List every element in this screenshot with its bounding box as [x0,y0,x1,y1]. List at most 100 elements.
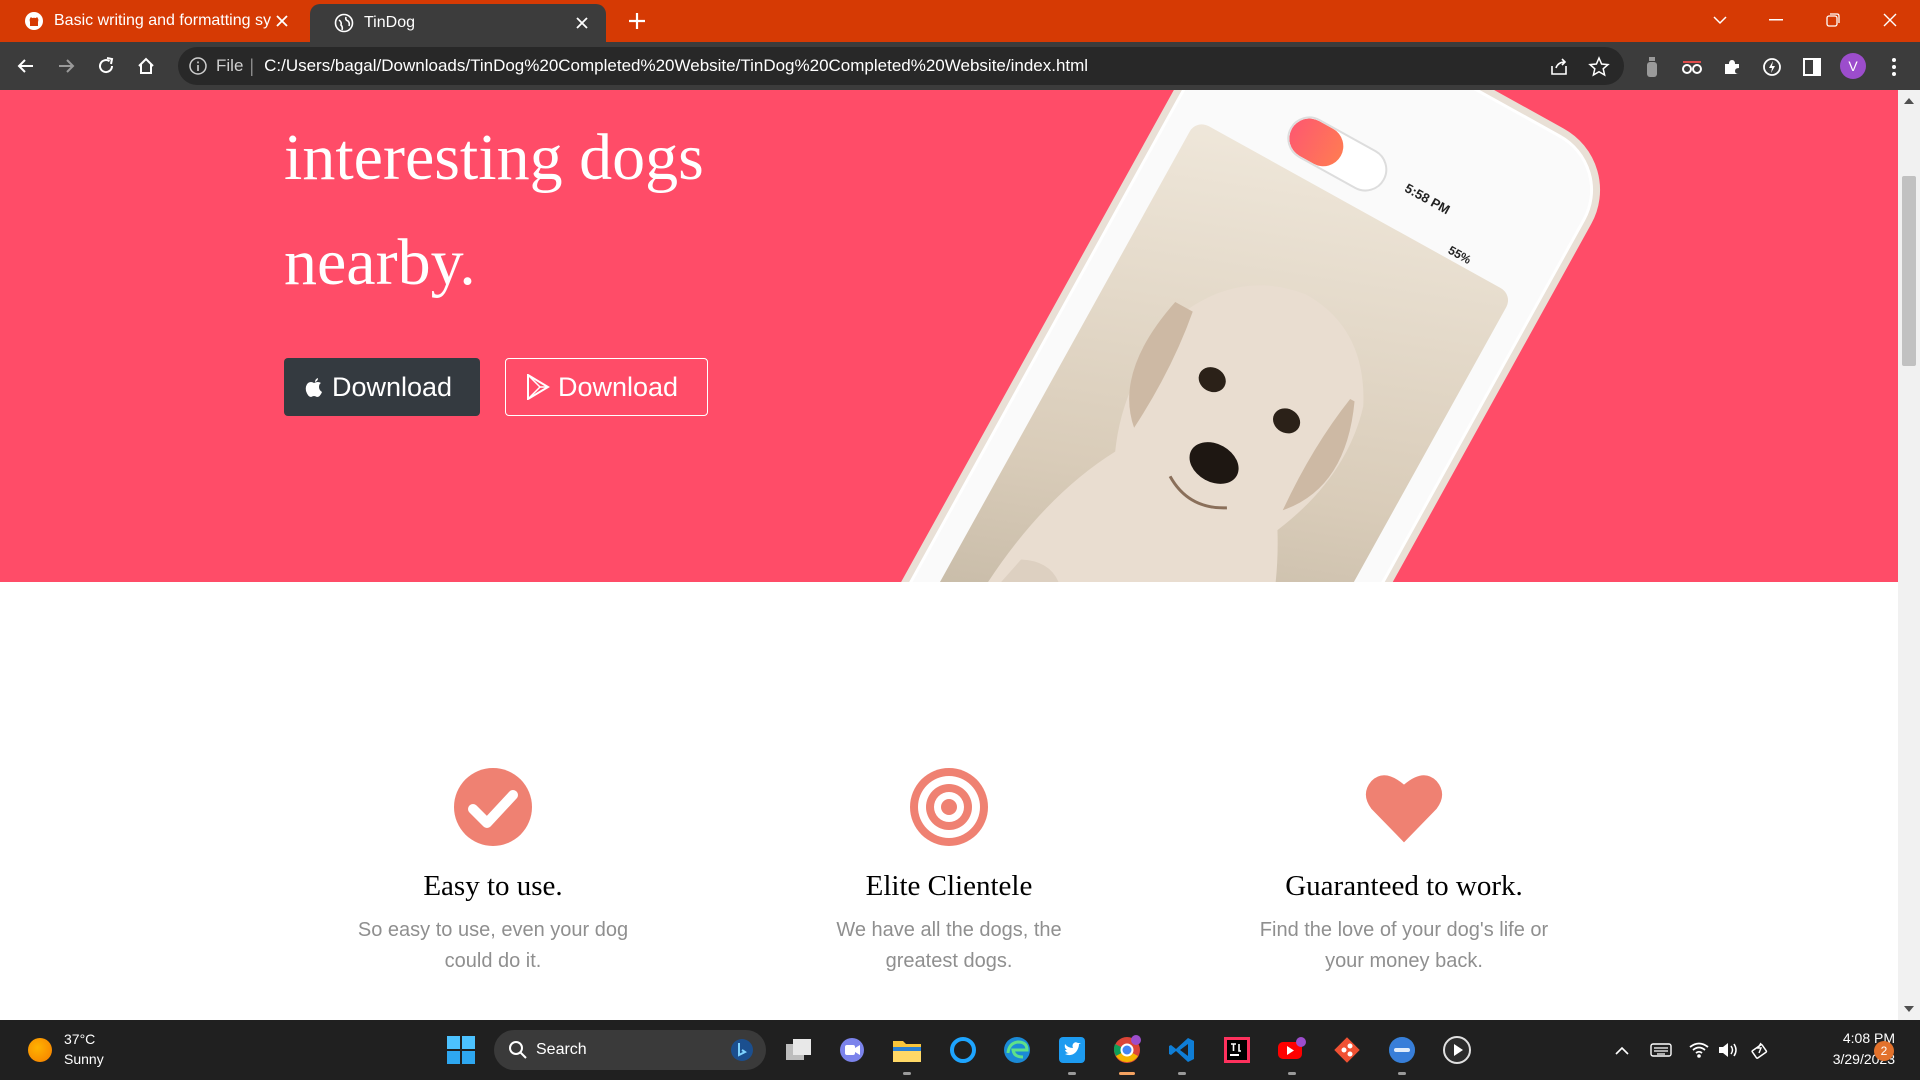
globe-icon [334,13,354,33]
windows-start-icon[interactable] [447,1036,475,1064]
tab-strip: Basic writing and formatting synt TinDog [0,0,1920,42]
close-tab-icon[interactable] [572,13,592,33]
running-indicator [1398,1072,1406,1075]
hero-title-line-1: interesting dogs [284,121,704,194]
feature-description: Find the love of your dog's life or your… [1224,915,1584,977]
heart-icon [1365,775,1443,843]
feature-guaranteed: Guaranteed to work. Find the love of you… [1224,767,1584,977]
feature-easy-to-use: Easy to use. So easy to use, even your d… [313,767,673,977]
canva-icon[interactable] [1386,1034,1418,1066]
tray-chevron-up-icon[interactable] [1610,1038,1634,1062]
edge-icon[interactable] [1001,1034,1033,1066]
search-label: Search [536,1041,587,1058]
bullseye-icon [910,768,988,846]
feature-description-line: Find the love of your dog's life or [1259,919,1549,941]
scroll-up-arrow-icon[interactable] [1903,96,1915,106]
vscode-icon[interactable] [1166,1034,1198,1066]
extension-bolt-icon[interactable] [1760,55,1784,79]
feature-description-line: your money back. [1325,950,1483,972]
info-icon[interactable] [188,56,208,76]
running-indicator [1068,1072,1076,1075]
home-icon[interactable] [132,52,160,80]
page-scrollbar[interactable] [1898,90,1920,1020]
restore-icon[interactable] [1813,4,1853,36]
back-arrow-icon[interactable] [12,52,40,80]
extensions-puzzle-icon[interactable] [1720,55,1744,79]
intellij-icon[interactable] [1221,1034,1253,1066]
url-scheme: File [216,56,244,75]
url-separator: | [249,55,255,76]
task-view-icon[interactable] [783,1034,815,1066]
keyboard-icon[interactable] [1649,1038,1673,1062]
browser-toolbar: File | C:/Users/bagal/Downloads/TinDog%2… [0,42,1920,90]
apple-icon [305,378,322,397]
feature-title: Easy to use. [423,870,563,902]
wifi-icon[interactable] [1687,1038,1711,1062]
google-play-icon [527,374,550,400]
side-panel-icon[interactable] [1800,55,1824,79]
tab-github[interactable]: Basic writing and formatting synt [0,0,306,42]
tab-label: TinDog [364,14,415,31]
feature-description-line: could do it. [444,950,542,972]
sun-icon[interactable] [28,1038,52,1062]
menu-kebab-icon[interactable] [1882,55,1906,79]
extension-glasses-icon[interactable] [1680,55,1704,79]
scroll-down-arrow-icon[interactable] [1903,1004,1915,1014]
feature-elite-clientele: Elite Clientele We have all the dogs, th… [769,767,1129,977]
bookmark-star-icon[interactable] [1588,56,1610,78]
running-indicator [1288,1072,1296,1075]
tab-search-chevron-icon[interactable] [1700,4,1740,36]
git-app-icon[interactable] [1331,1034,1363,1066]
url-text[interactable]: C:/Users/bagal/Downloads/TinDog%20Comple… [264,56,1088,76]
apple-download-button[interactable]: Download [284,358,480,416]
twitter-app-icon[interactable] [1056,1034,1088,1066]
feature-description-line: So easy to use, even your dog [357,919,629,941]
feature-description: So easy to use, even your dog could do i… [313,915,673,977]
minimize-icon[interactable] [1756,4,1796,36]
teams-chat-icon[interactable] [836,1034,868,1066]
extension-bottle-icon[interactable] [1640,55,1664,79]
feature-description-line: greatest dogs. [885,950,1013,972]
windows-taskbar: 37°C Sunny Search 4:08 PM 3/29/2023 2 [0,1020,1920,1080]
media-player-icon[interactable] [1441,1034,1473,1066]
features-section: Easy to use. So easy to use, even your d… [0,582,1898,1020]
running-indicator [903,1072,911,1075]
apple-download-label: Download [332,371,453,402]
youtube-icon[interactable] [1276,1034,1308,1066]
chrome-icon[interactable] [1111,1034,1143,1066]
address-bar[interactable]: File | C:/Users/bagal/Downloads/TinDog%2… [178,47,1624,85]
bing-icon[interactable] [730,1038,754,1062]
battery-charging-icon[interactable] [1748,1038,1772,1062]
notification-badge[interactable]: 2 [1874,1041,1894,1061]
feature-title: Guaranteed to work. [1285,870,1523,902]
volume-icon[interactable] [1716,1038,1740,1062]
weather-temperature[interactable]: 37°C [64,1031,95,1047]
profile-avatar[interactable]: V [1840,53,1866,79]
hero-section: interesting dogs nearby. Download Downlo… [0,90,1898,582]
google-play-download-button[interactable]: Download [505,358,708,416]
github-icon [25,12,43,30]
running-indicator [1178,1072,1186,1075]
page-viewport: interesting dogs nearby. Download Downlo… [0,90,1898,1020]
close-tab-icon[interactable] [272,11,292,31]
feature-title: Elite Clientele [865,870,1033,902]
close-window-icon[interactable] [1870,4,1910,36]
screen: Basic writing and formatting synt TinDog… [0,0,1920,1080]
check-circle-icon [454,768,532,846]
reload-icon[interactable] [92,52,120,80]
feature-description-line: We have all the dogs, the [836,919,1062,941]
tab-label: Basic writing and formatting synt [54,12,272,29]
taskbar-search-box[interactable]: Search [494,1030,766,1070]
share-icon[interactable] [1548,56,1570,78]
cortana-icon[interactable] [947,1034,979,1066]
forward-arrow-icon[interactable] [52,52,80,80]
hero-title-line-2: nearby. [284,226,476,299]
phone-mockup-image: 5:58 PM 55% [812,90,1626,582]
new-tab-plus-icon[interactable] [624,8,650,34]
search-icon [509,1041,527,1059]
tab-tindog[interactable]: TinDog [310,4,606,42]
file-explorer-icon[interactable] [891,1034,923,1066]
weather-condition[interactable]: Sunny [64,1051,104,1067]
google-play-download-label: Download [558,371,679,402]
scroll-thumb[interactable] [1902,176,1916,366]
